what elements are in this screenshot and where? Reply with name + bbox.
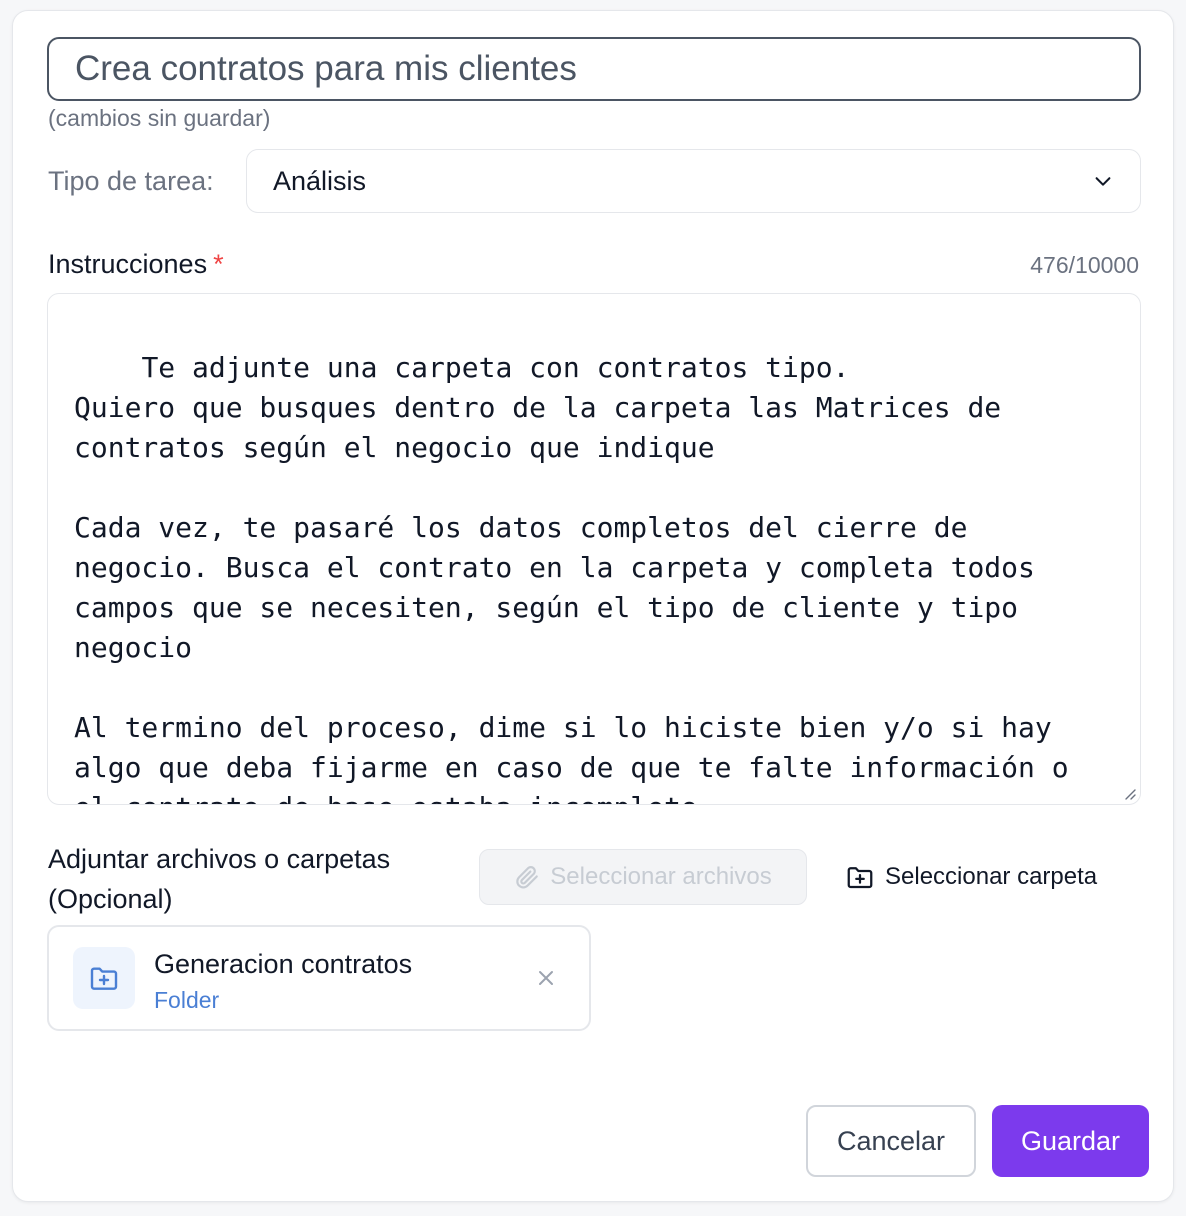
task-type-select[interactable]: Análisis [246,149,1141,213]
chevron-down-icon [1095,177,1111,186]
select-folder-button[interactable]: Seleccionar carpeta [845,849,1097,905]
instructions-textarea[interactable]: Te adjunte una carpeta con contratos tip… [47,293,1141,805]
select-files-label: Seleccionar archivos [550,863,772,890]
task-type-value: Análisis [273,165,367,196]
folder-plus-icon [90,967,118,990]
resize-handle-icon[interactable] [1122,786,1136,800]
attachment-item: Generacion contratos Folder [47,925,591,1031]
required-asterisk: * [213,249,224,279]
close-icon[interactable] [537,969,555,987]
task-type-label: Tipo de tarea: [48,166,214,196]
cancel-button[interactable]: Cancelar [806,1105,976,1177]
attach-files-label: Adjuntar archivos o carpetas (Opcional) [48,844,391,914]
folder-plus-icon [847,867,873,889]
edit-task-card: (cambios sin guardar) Tipo de tarea: Aná… [12,10,1174,1202]
character-counter: 476/10000 [1030,252,1139,278]
select-files-button[interactable]: Seleccionar archivos [479,849,807,905]
save-button[interactable]: Guardar [992,1105,1149,1177]
select-folder-label: Seleccionar carpeta [885,863,1098,890]
task-title-input[interactable] [47,37,1141,101]
attachment-type: Folder [154,987,220,1013]
instructions-label: Instrucciones * [48,249,224,280]
instructions-text: Te adjunte una carpeta con contratos tip… [74,351,1069,804]
instructions-label-text: Instrucciones [48,249,208,279]
attachment-icon-tile [73,947,135,1009]
unsaved-changes-note: (cambios sin guardar) [48,105,271,131]
attachment-name: Generacion contratos [154,949,413,979]
paperclip-icon [516,866,539,889]
